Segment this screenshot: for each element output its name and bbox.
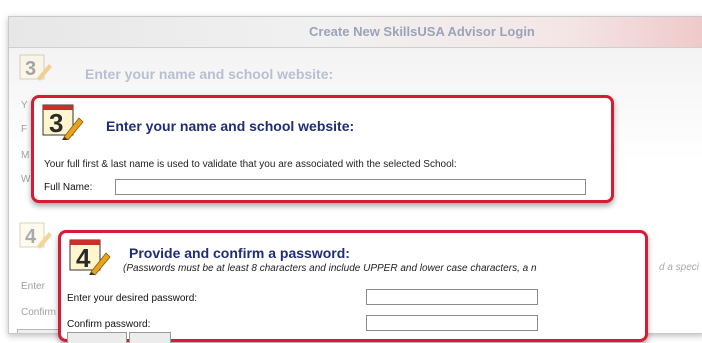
step-4-number: 4 [76, 243, 91, 273]
bg-fragment-confirm: Confirm [21, 307, 57, 318]
step-3-note: Your full first & last name is used to v… [44, 159, 457, 170]
password-input[interactable] [366, 289, 538, 305]
full-name-input[interactable] [115, 179, 586, 195]
bg-fragment-enter: Enter [21, 281, 45, 292]
screenshot-stage: Create New SkillsUSA Advisor Login 3 Ent… [0, 0, 702, 343]
bg-fragment-right: d a speci [659, 262, 700, 273]
numbered-pencil-icon: 3 [42, 104, 84, 140]
bg-fragment-y: Y [21, 100, 28, 111]
step-3-number-faded: 3 [25, 58, 36, 80]
submit-button-stub[interactable] [67, 332, 127, 343]
password-label: Enter your desired password: [67, 293, 198, 304]
bg-fragment-w: W [21, 174, 31, 185]
confirm-password-input[interactable] [366, 315, 538, 331]
step-3-callout: 3 Enter your name and school website: Yo… [31, 95, 614, 203]
step-4-note: (Passwords must be at least 8 characters… [123, 263, 537, 274]
reset-button-stub[interactable] [129, 332, 171, 343]
window-titlebar: Create New SkillsUSA Advisor Login [9, 17, 702, 48]
bg-fragment-f: F [21, 124, 28, 135]
numbered-pencil-icon: 4 [69, 239, 111, 275]
confirm-password-label: Confirm password: [67, 319, 151, 330]
full-name-label: Full Name: [44, 182, 93, 193]
step-4-callout: 4 Provide and confirm a password: (Passw… [58, 230, 648, 343]
step-3-heading-faded: Enter your name and school website: [85, 66, 334, 82]
step-3-number: 3 [49, 108, 63, 138]
bg-fragment-m: M [21, 150, 30, 161]
step-4-icon-faded: 4 [19, 222, 52, 249]
step-3-heading: Enter your name and school website: [106, 118, 355, 134]
step-4-number-faded: 4 [25, 226, 37, 248]
step-4-heading: Provide and confirm a password: [129, 245, 350, 261]
step-3-icon-faded: 3 [19, 54, 52, 81]
window-title: Create New SkillsUSA Advisor Login [309, 24, 535, 39]
